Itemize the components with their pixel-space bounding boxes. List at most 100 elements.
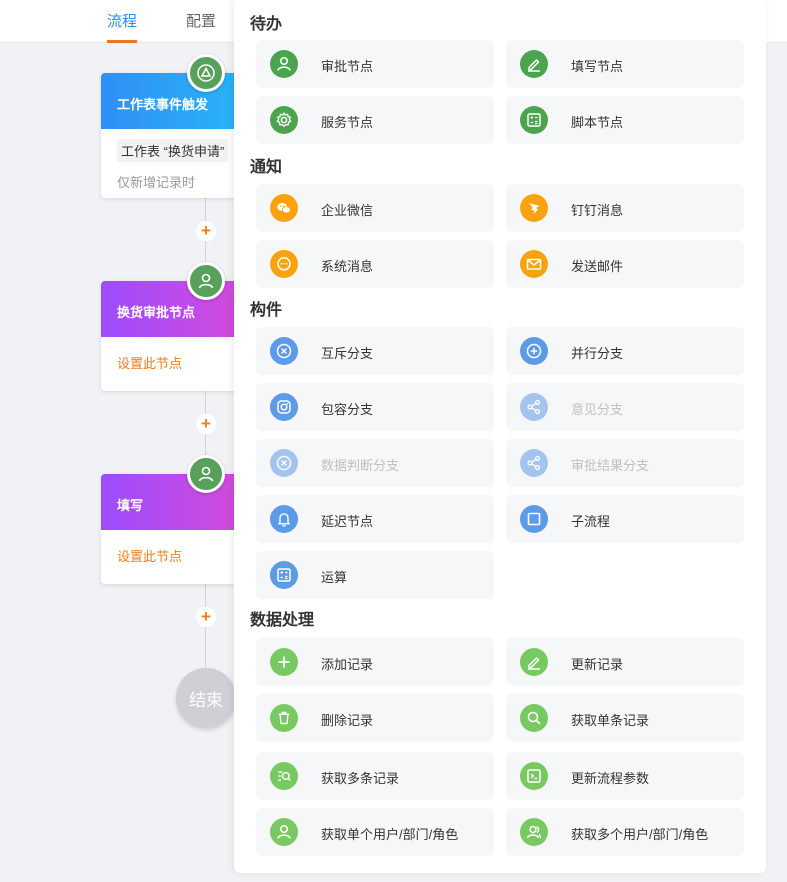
calculator-icon bbox=[270, 561, 298, 589]
palette-item[interactable]: 企业微信 bbox=[256, 184, 494, 232]
palette-item[interactable]: 脚本节点 bbox=[506, 96, 744, 144]
fill-node[interactable]: 填写 设置此节点 bbox=[101, 474, 251, 584]
palette-item-label: 意见分支 bbox=[571, 402, 624, 417]
plus-circle-icon bbox=[520, 337, 548, 365]
palette-item-label: 脚本节点 bbox=[571, 115, 624, 130]
x-circle-icon bbox=[270, 337, 298, 365]
section-title: 待办 bbox=[250, 16, 283, 33]
fill-user-icon bbox=[187, 455, 225, 493]
add-node-button[interactable]: + bbox=[196, 221, 216, 241]
palette-item-label: 服务节点 bbox=[321, 115, 374, 130]
approval-node-title: 换货审批节点 bbox=[101, 281, 251, 337]
trigger-worksheet-tag: 工作表 “换货申请” bbox=[117, 139, 229, 162]
palette-item[interactable]: 发送邮件 bbox=[506, 240, 744, 288]
trigger-condition-text: 仅新增记录时 bbox=[117, 175, 196, 190]
tab-config[interactable]: 配置 bbox=[186, 10, 216, 31]
palette-item[interactable]: 删除记录 bbox=[256, 694, 494, 742]
connector-line bbox=[205, 583, 206, 671]
palette-item-label: 钉钉消息 bbox=[571, 203, 624, 218]
share-icon bbox=[520, 449, 548, 477]
edit-icon bbox=[520, 648, 548, 676]
gear-icon bbox=[270, 106, 298, 134]
palette-item[interactable]: 延迟节点 bbox=[256, 495, 494, 543]
palette-item[interactable]: 包容分支 bbox=[256, 383, 494, 431]
palette-item[interactable]: 填写节点 bbox=[506, 40, 744, 88]
palette-item[interactable]: 子流程 bbox=[506, 495, 744, 543]
palette-item[interactable]: 互斥分支 bbox=[256, 327, 494, 375]
palette-item-label: 审批结果分支 bbox=[571, 458, 650, 473]
palette-item-label: 获取单个用户/部门/角色 bbox=[321, 827, 459, 842]
x-circle-icon bbox=[270, 449, 298, 477]
tab-flow[interactable]: 流程 bbox=[107, 10, 138, 43]
search-icon bbox=[520, 704, 548, 732]
approval-user-icon bbox=[187, 262, 225, 300]
palette-item-label: 系统消息 bbox=[321, 259, 374, 274]
user-icon bbox=[270, 50, 298, 78]
palette-item-label: 延迟节点 bbox=[321, 514, 374, 529]
palette-item[interactable]: 获取单个用户/部门/角色 bbox=[256, 808, 494, 856]
search-list-icon bbox=[270, 762, 298, 790]
approval-node[interactable]: 换货审批节点 设置此节点 bbox=[101, 281, 251, 391]
palette-item[interactable]: 服务节点 bbox=[256, 96, 494, 144]
palette-item[interactable]: 钉钉消息 bbox=[506, 184, 744, 232]
palette-item-label: 数据判断分支 bbox=[321, 458, 400, 473]
palette-item-label: 获取单条记录 bbox=[571, 713, 650, 728]
plus-icon bbox=[270, 648, 298, 676]
wechat-icon bbox=[270, 194, 298, 222]
palette-item-label: 运算 bbox=[321, 570, 348, 585]
palette-item-label: 获取多条记录 bbox=[321, 771, 400, 786]
palette-item[interactable]: 审批节点 bbox=[256, 40, 494, 88]
dingtalk-icon bbox=[520, 194, 548, 222]
fill-node-title: 填写 bbox=[101, 474, 251, 530]
palette-item-label: 并行分支 bbox=[571, 346, 624, 361]
palette-item[interactable]: 获取多个用户/部门/角色 bbox=[506, 808, 744, 856]
terminal-icon bbox=[520, 762, 548, 790]
section-title: 数据处理 bbox=[250, 612, 315, 629]
palette-item-label: 添加记录 bbox=[321, 657, 374, 672]
palette-item-label: 子流程 bbox=[571, 514, 611, 529]
palette-item: 意见分支 bbox=[506, 383, 744, 431]
palette-item: 审批结果分支 bbox=[506, 439, 744, 487]
inclusive-icon bbox=[270, 393, 298, 421]
palette-item-label: 企业微信 bbox=[321, 203, 374, 218]
share-icon bbox=[520, 393, 548, 421]
section-title: 构件 bbox=[250, 302, 283, 319]
mail-icon bbox=[520, 250, 548, 278]
users-icon bbox=[520, 818, 548, 846]
palette-item-label: 删除记录 bbox=[321, 713, 374, 728]
palette-item[interactable]: 系统消息 bbox=[256, 240, 494, 288]
palette-item-label: 发送邮件 bbox=[571, 259, 624, 274]
palette-item-label: 更新流程参数 bbox=[571, 771, 650, 786]
palette-item-label: 审批节点 bbox=[321, 59, 374, 74]
bell-icon bbox=[270, 505, 298, 533]
palette-item: 数据判断分支 bbox=[256, 439, 494, 487]
palette-item-label: 互斥分支 bbox=[321, 346, 374, 361]
palette-item[interactable]: 运算 bbox=[256, 551, 494, 599]
add-node-button[interactable]: + bbox=[196, 414, 216, 434]
palette-item[interactable]: 并行分支 bbox=[506, 327, 744, 375]
add-node-button[interactable]: + bbox=[196, 607, 216, 627]
end-node: 结束 bbox=[176, 668, 236, 728]
palette-item[interactable]: 添加记录 bbox=[256, 638, 494, 686]
palette-item-label: 更新记录 bbox=[571, 657, 624, 672]
fill-node-setup-link[interactable]: 设置此节点 bbox=[117, 540, 235, 565]
palette-item-label: 获取多个用户/部门/角色 bbox=[571, 827, 709, 842]
palette-item[interactable]: 更新记录 bbox=[506, 638, 744, 686]
trigger-node-title: 工作表事件触发 bbox=[101, 73, 251, 129]
palette-item-label: 包容分支 bbox=[321, 402, 374, 417]
square-icon bbox=[520, 505, 548, 533]
user-icon bbox=[270, 818, 298, 846]
palette-item[interactable]: 更新流程参数 bbox=[506, 752, 744, 800]
trigger-node[interactable]: 工作表事件触发 工作表 “换货申请” 仅新增记录时 bbox=[101, 73, 251, 198]
trash-icon bbox=[270, 704, 298, 732]
section-title: 通知 bbox=[250, 159, 283, 176]
message-icon bbox=[270, 250, 298, 278]
palette-item[interactable]: 获取多条记录 bbox=[256, 752, 494, 800]
palette-item-label: 填写节点 bbox=[571, 59, 624, 74]
trigger-badge-icon bbox=[187, 54, 225, 92]
edit-icon bbox=[520, 50, 548, 78]
palette-item[interactable]: 获取单条记录 bbox=[506, 694, 744, 742]
calculator-icon bbox=[520, 106, 548, 134]
approval-node-setup-link[interactable]: 设置此节点 bbox=[117, 347, 235, 372]
node-palette-panel: 待办审批节点 填写节点服务节点 脚本节点通知企业微信 钉钉消息系统消息 发送邮件构件互斥… bbox=[234, 0, 766, 873]
